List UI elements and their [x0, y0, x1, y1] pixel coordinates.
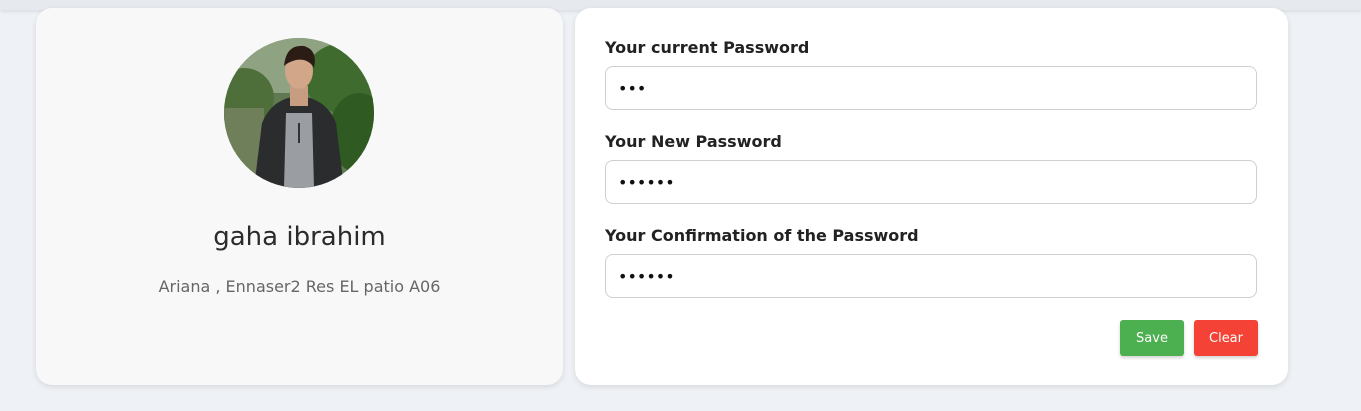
current-password-label: Your current Password	[605, 38, 810, 57]
password-card: Your current Password Your New Password …	[575, 8, 1288, 385]
confirm-password-input[interactable]	[605, 254, 1257, 298]
confirm-password-label: Your Confirmation of the Password	[605, 226, 919, 245]
current-password-input[interactable]	[605, 66, 1257, 110]
avatar	[224, 38, 374, 188]
profile-card: gaha ibrahim Ariana , Ennaser2 Res EL pa…	[36, 8, 563, 385]
clear-button[interactable]: Clear	[1194, 320, 1258, 356]
profile-address: Ariana , Ennaser2 Res EL patio A06	[158, 277, 441, 296]
new-password-input[interactable]	[605, 160, 1257, 204]
save-button[interactable]: Save	[1120, 320, 1184, 356]
profile-name: gaha ibrahim	[213, 222, 386, 252]
avatar-photo	[224, 38, 374, 188]
new-password-label: Your New Password	[605, 132, 782, 151]
